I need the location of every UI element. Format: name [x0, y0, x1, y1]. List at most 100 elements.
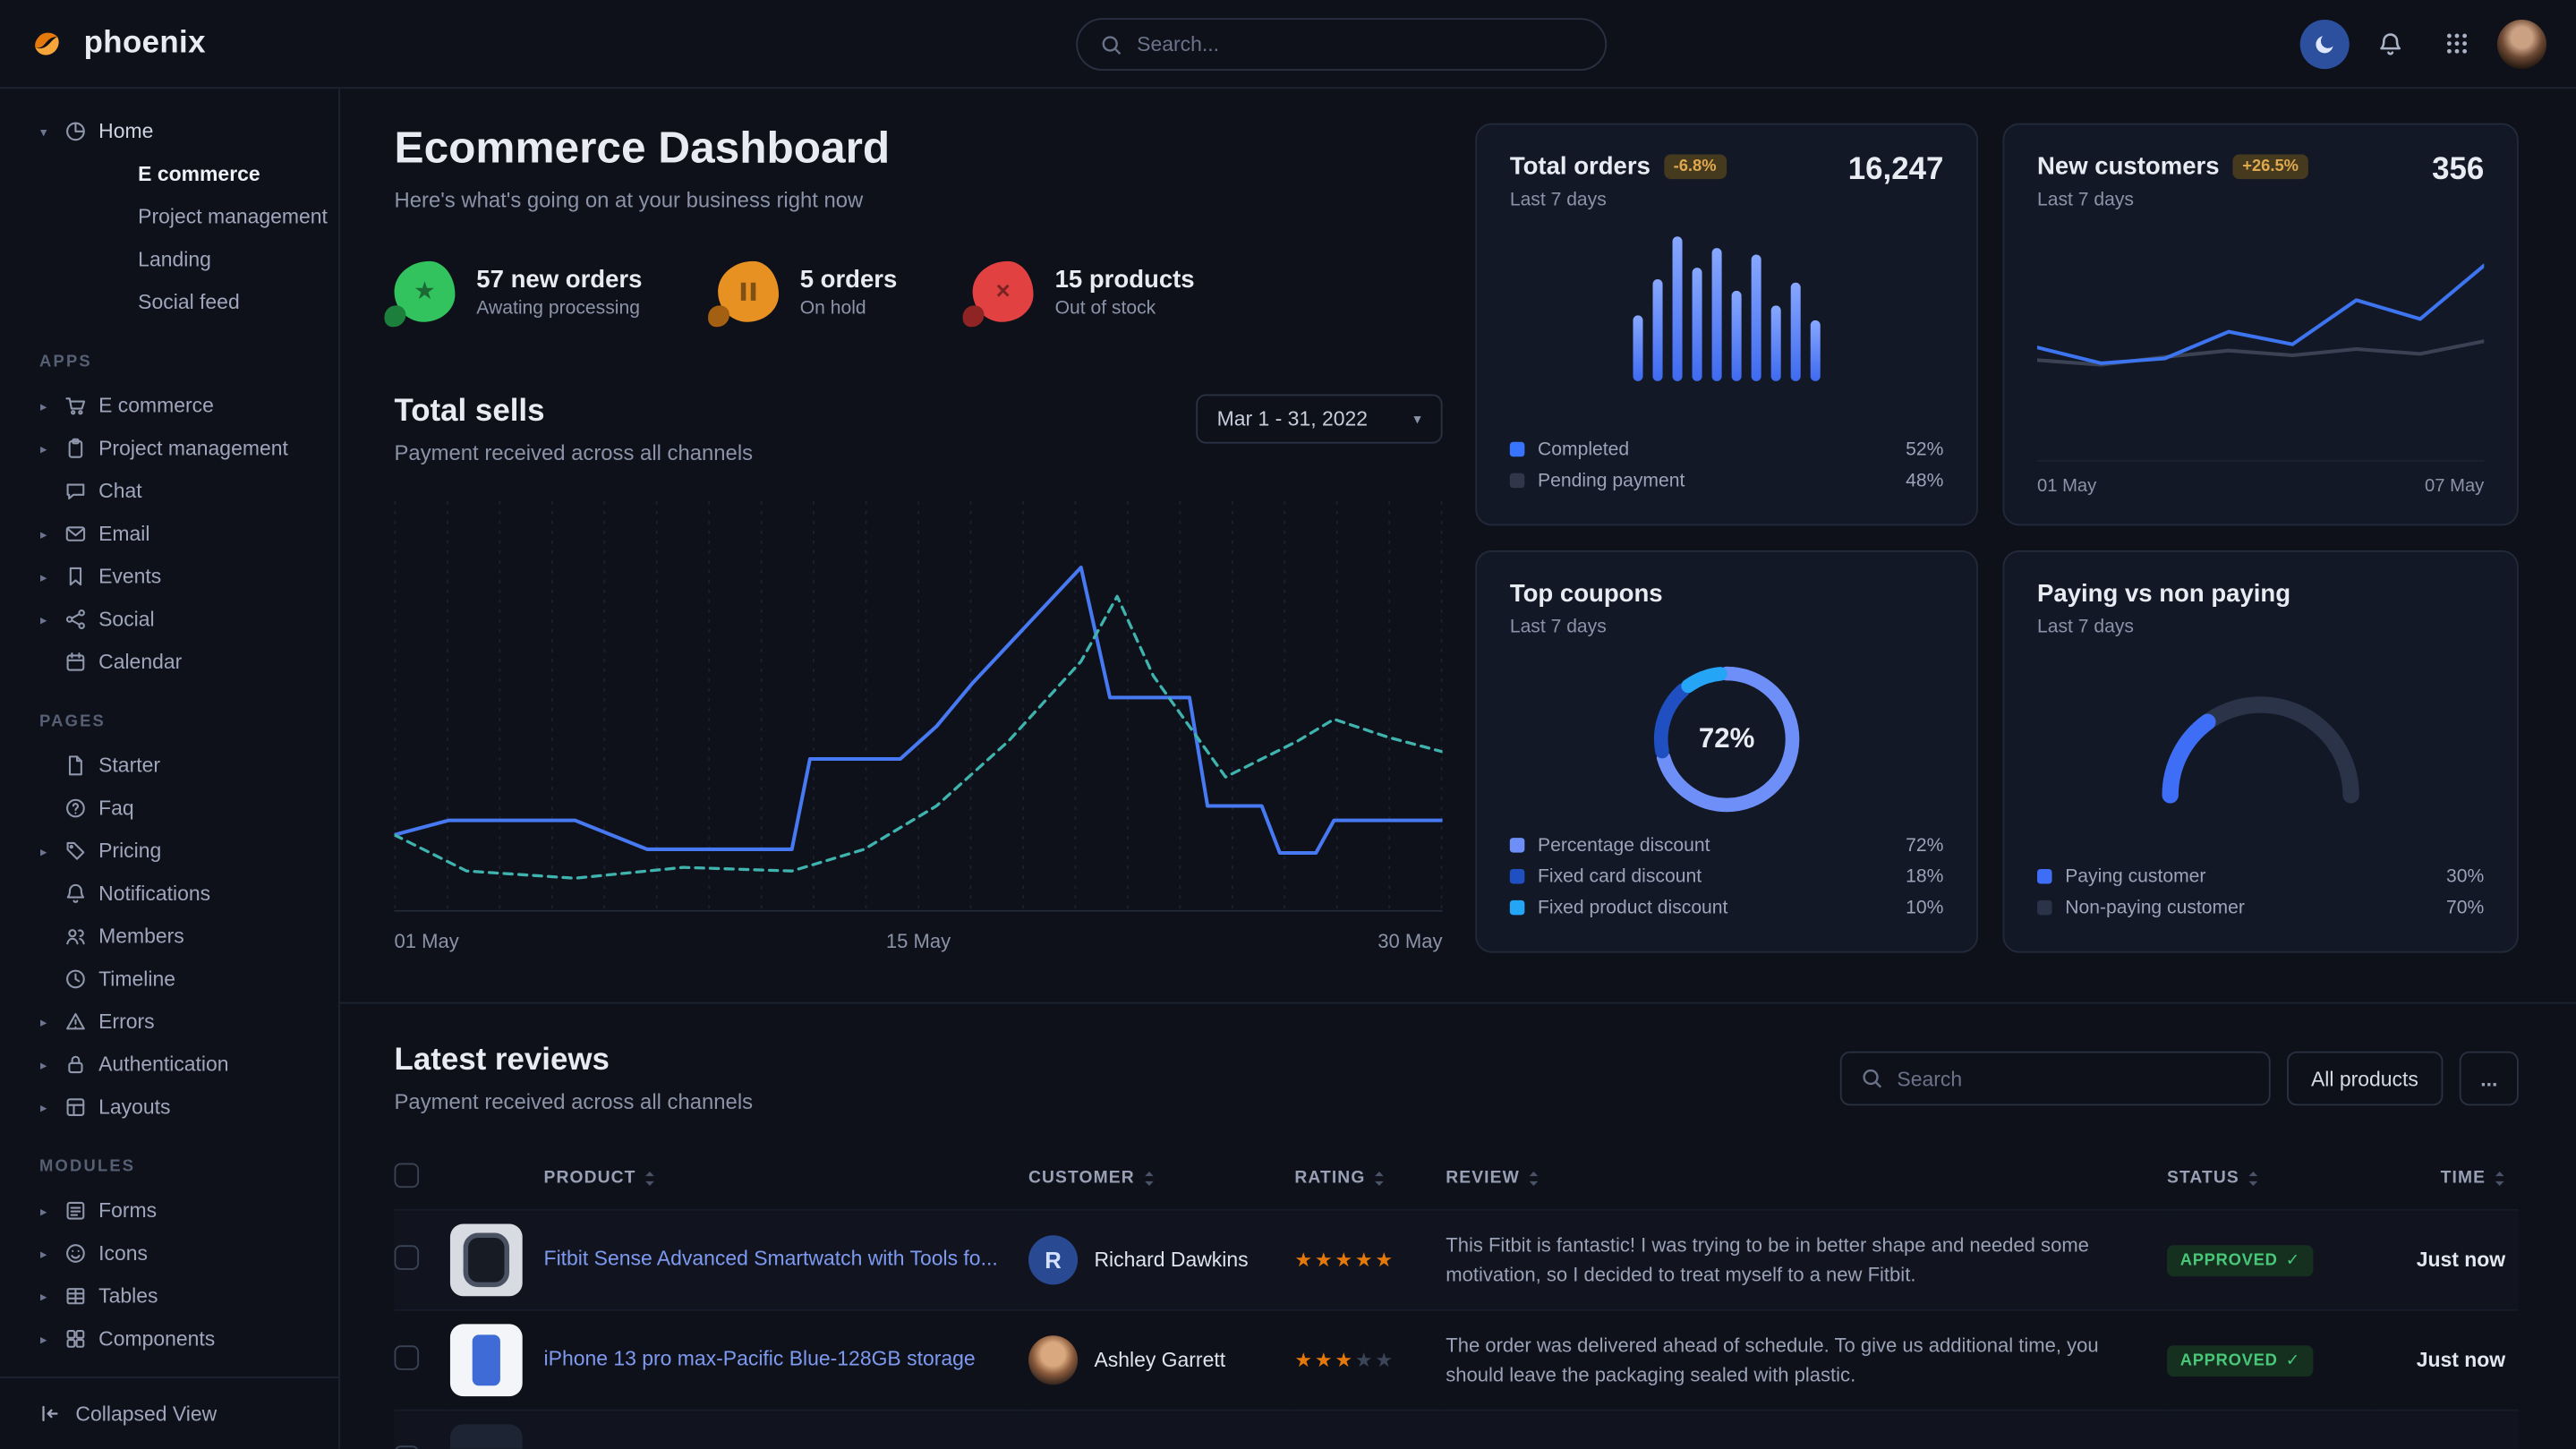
legend-swatch — [1510, 900, 1525, 916]
sidebar-item-label: Project management — [98, 437, 288, 460]
row-checkbox[interactable] — [395, 1345, 420, 1370]
nav-section-label: MODULES — [0, 1129, 338, 1189]
sidebar-item-label: Layouts — [98, 1095, 170, 1119]
review-text: The order was delivered ahead of schedul… — [1446, 1331, 2154, 1390]
sidebar-item-label: Notifications — [98, 882, 210, 906]
sidebar-item-project-management[interactable]: Project management — [0, 195, 338, 238]
sidebar-item-notifications[interactable]: Notifications — [0, 873, 338, 916]
product-image — [450, 1324, 523, 1396]
sidebar-item-authentication[interactable]: ▸Authentication — [0, 1044, 338, 1087]
date-range-value: Mar 1 - 31, 2022 — [1217, 407, 1368, 430]
reviews-search-input[interactable] — [1897, 1067, 2248, 1090]
sidebar-nav: ▾HomeE commerceProject managementLanding… — [0, 89, 338, 1377]
user-avatar[interactable] — [2497, 19, 2546, 68]
caret-icon: ▸ — [36, 612, 51, 627]
sidebar-item-label: Tables — [98, 1284, 158, 1308]
sidebar-item-social[interactable]: ▸ Social — [0, 598, 338, 641]
topbar-search[interactable] — [1076, 18, 1607, 71]
sidebar-item-errors[interactable]: ▸Errors — [0, 1001, 338, 1044]
chart-x-labels: 01 May 15 May 30 May — [395, 930, 1443, 953]
all-products-button[interactable]: All products — [2286, 1052, 2443, 1106]
legend-value: 48% — [1906, 471, 1943, 490]
reviews-table: PRODUCT CUSTOMER RATING REVIEW STATUS TI… — [395, 1146, 2519, 1449]
search-icon — [1861, 1068, 1882, 1089]
legend-item: Fixed card discount18% — [1510, 861, 1944, 892]
brand[interactable]: phoenix — [30, 24, 206, 64]
column-header-rating[interactable]: RATING — [1294, 1168, 1385, 1188]
column-header-time[interactable]: TIME — [2441, 1168, 2505, 1188]
sort-icon — [1374, 1169, 1386, 1187]
sidebar-item-label: Social — [98, 608, 154, 631]
clock-icon — [63, 967, 88, 992]
sidebar-item-chat[interactable]: Chat — [0, 470, 338, 513]
product-image — [450, 1223, 523, 1296]
stat-caption: Awating processing — [476, 298, 642, 318]
sidebar-item-components[interactable]: ▸Components — [0, 1317, 338, 1360]
stat-new-orders: ★ 57 new orders Awating processing — [395, 261, 643, 322]
sidebar-item-layouts[interactable]: ▸Layouts — [0, 1086, 338, 1129]
date-range-select[interactable]: Mar 1 - 31, 2022 ▾ — [1196, 395, 1443, 444]
legend-value: 30% — [2446, 866, 2484, 886]
nav-section-label: PAGES — [0, 684, 338, 745]
select-all-checkbox[interactable] — [395, 1163, 420, 1189]
sidebar-item-tables[interactable]: ▸Tables — [0, 1274, 338, 1317]
bar — [1732, 292, 1742, 381]
sidebar-item-label: Events — [98, 565, 161, 588]
sort-icon — [2494, 1169, 2505, 1187]
total-sells-section: Total sells Payment received across all … — [395, 395, 1443, 953]
sidebar-item-forms[interactable]: ▸Forms — [0, 1189, 338, 1232]
caret-icon: ▸ — [36, 1332, 51, 1347]
sidebar-item-calendar[interactable]: Calendar — [0, 641, 338, 684]
card-period: Last 7 days — [2037, 191, 2308, 210]
legend-value: 70% — [2446, 898, 2484, 917]
row-checkbox[interactable] — [395, 1445, 420, 1449]
legend-swatch — [1510, 838, 1525, 853]
sidebar-item-email[interactable]: ▸Email — [0, 513, 338, 556]
column-header-status[interactable]: STATUS — [2167, 1168, 2259, 1188]
sidebar-item-home[interactable]: ▾Home — [0, 110, 338, 153]
legend-swatch — [1510, 869, 1525, 884]
card-title: Top coupons — [1510, 580, 1663, 608]
apps-grid-icon[interactable] — [2432, 19, 2481, 68]
search-input[interactable] — [1137, 33, 1582, 56]
coupons-legend: Percentage discount72%Fixed card discoun… — [1510, 830, 1944, 924]
sidebar-item-pricing[interactable]: ▸Pricing — [0, 830, 338, 873]
sidebar-item-icons[interactable]: ▸Icons — [0, 1232, 338, 1275]
sidebar-item-project-management[interactable]: ▸Project management — [0, 427, 338, 470]
sidebar-item-e-commerce[interactable]: ▸E commerce — [0, 385, 338, 428]
total-orders-card: Total orders -6.8% Last 7 days 16,247 Co… — [1475, 124, 1978, 526]
collapse-sidebar-button[interactable]: Collapsed View — [0, 1377, 338, 1449]
notifications-bell-icon[interactable] — [2366, 19, 2415, 68]
reviews-search[interactable] — [1839, 1052, 2270, 1106]
column-header-customer[interactable]: CUSTOMER — [1028, 1168, 1155, 1188]
trend-badge: +26.5% — [2232, 155, 2308, 180]
share-icon — [63, 607, 88, 632]
column-header-review[interactable]: REVIEW — [1446, 1168, 1540, 1188]
sidebar-item-landing[interactable]: Landing — [0, 238, 338, 281]
sidebar-item-e-commerce[interactable]: E commerce — [0, 153, 338, 196]
product-link[interactable]: iPhone 13 pro max-Pacific Blue-128GB sto… — [544, 1346, 976, 1375]
orders-bar-chart — [1633, 236, 1820, 381]
clipboard-icon — [63, 436, 88, 461]
sidebar-item-social-feed[interactable]: Social feed — [0, 281, 338, 324]
orders-legend: Completed52%Pending payment48% — [1510, 434, 1944, 497]
sidebar-item-faq[interactable]: Faq — [0, 787, 338, 830]
theme-toggle-button[interactable] — [2300, 19, 2350, 68]
sidebar-item-timeline[interactable]: Timeline — [0, 958, 338, 1001]
sidebar-item-label: Home — [98, 120, 153, 143]
card-title: New customers — [2037, 153, 2220, 181]
new-customers-card: New customers +26.5% Last 7 days 356 01 … — [2002, 124, 2518, 526]
app: phoenix ▾HomeE commerceProject managemen… — [0, 0, 2576, 1449]
more-options-button[interactable]: ... — [2460, 1052, 2519, 1106]
sidebar-item-events[interactable]: ▸Events — [0, 555, 338, 598]
stat-caption: Out of stock — [1055, 298, 1195, 318]
column-header-product[interactable]: PRODUCT — [544, 1168, 656, 1188]
sidebar: ▾HomeE commerceProject managementLanding… — [0, 89, 340, 1449]
product-link[interactable]: Fitbit Sense Advanced Smartwatch with To… — [544, 1246, 998, 1274]
rating-stars: ★★★★★ — [1294, 1249, 1395, 1272]
sidebar-item-members[interactable]: Members — [0, 915, 338, 958]
legend-value: 10% — [1906, 898, 1943, 917]
bar — [1791, 283, 1801, 381]
row-checkbox[interactable] — [395, 1245, 420, 1270]
sidebar-item-starter[interactable]: Starter — [0, 744, 338, 787]
